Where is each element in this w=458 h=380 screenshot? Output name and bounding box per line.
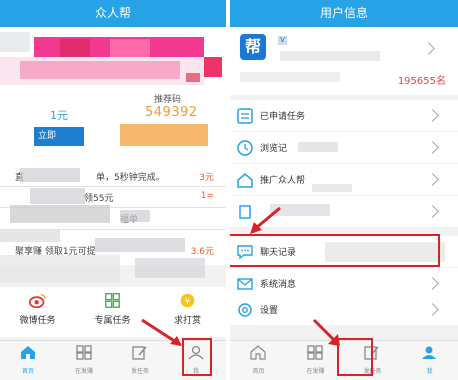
menu-label: 浏览记 bbox=[260, 144, 288, 154]
app-logo: 帮 bbox=[240, 34, 266, 60]
chevron-right-icon bbox=[426, 277, 439, 290]
left-screen: 众人帮 1元 推荐码 549392 立即 直 单，5秒钟完成。 3元 领55元 … bbox=[0, 0, 226, 380]
rank-value: 195655名 bbox=[397, 76, 446, 87]
menu-applied-tasks[interactable]: 已申请任务 bbox=[230, 100, 458, 131]
weibo-icon bbox=[29, 293, 46, 309]
right-screen: 用户信息 帮 V 195655名 已申请任务 浏览记 推广众人帮 聊天记录 系统… bbox=[230, 0, 458, 380]
tab-home[interactable]: 首页 bbox=[230, 341, 287, 380]
feature-shortcuts: 微博任务 专属任务 ¥ 求打赏 bbox=[0, 287, 226, 337]
referral-label: 推荐码 bbox=[154, 95, 182, 105]
chevron-right-icon bbox=[422, 42, 435, 55]
header-title: 用户信息 bbox=[319, 6, 368, 20]
arrow-icon bbox=[141, 318, 182, 346]
tab-label: 首页 bbox=[252, 368, 265, 375]
vip-badge: V bbox=[278, 36, 287, 45]
task-amount: 3.6元 bbox=[190, 247, 214, 257]
tab-label: 在发赚 bbox=[306, 368, 325, 375]
balance-value: 1元 bbox=[50, 109, 68, 122]
tab-me[interactable]: 我 bbox=[401, 341, 458, 380]
chevron-right-icon bbox=[426, 141, 439, 154]
promo-banner[interactable] bbox=[0, 27, 226, 90]
feature-label: 专属任务 bbox=[94, 316, 131, 326]
header-title: 众人帮 bbox=[94, 6, 131, 20]
svg-text:¥: ¥ bbox=[185, 297, 191, 307]
grid-icon bbox=[105, 293, 120, 308]
menu-label: 系统消息 bbox=[260, 280, 297, 290]
tab-label: 我 bbox=[426, 368, 433, 375]
arrow-icon bbox=[312, 318, 340, 346]
tab-label: 首页 bbox=[21, 368, 34, 375]
highlight-box bbox=[230, 234, 440, 267]
invite-button-label: 立即 bbox=[38, 131, 57, 141]
coin-icon: ¥ bbox=[180, 293, 195, 308]
chevron-right-icon bbox=[426, 109, 439, 122]
menu-browse-history[interactable]: 浏览记 bbox=[230, 132, 458, 163]
menu-promote[interactable]: 推广众人帮 bbox=[230, 164, 458, 195]
referral-code: 549392 bbox=[145, 105, 198, 120]
menu-label: 推广众人帮 bbox=[260, 176, 306, 186]
arrow-icon bbox=[250, 206, 281, 234]
menu-label: 设置 bbox=[260, 306, 279, 316]
orange-action-button[interactable] bbox=[120, 124, 208, 146]
weibo-task-button[interactable]: 微博任务 bbox=[0, 287, 75, 337]
task-text: 领55元 bbox=[84, 194, 114, 204]
task-list-icon bbox=[237, 108, 253, 124]
menu-settings[interactable]: 设置 bbox=[230, 294, 458, 325]
feature-label: 微博任务 bbox=[19, 316, 56, 326]
home-icon bbox=[250, 345, 266, 360]
highlight-box bbox=[337, 338, 373, 376]
tab-earn[interactable]: 在发赚 bbox=[56, 341, 112, 380]
mail-icon bbox=[237, 278, 253, 290]
exclusive-task-button[interactable]: 专属任务 bbox=[75, 287, 150, 337]
task-amount: 1= bbox=[200, 191, 214, 201]
user-icon bbox=[422, 346, 436, 359]
home-icon bbox=[21, 346, 35, 359]
home-outline-icon bbox=[237, 173, 253, 188]
menu-label: 已申请任务 bbox=[260, 112, 306, 122]
account-summary: 1元 推荐码 549392 立即 bbox=[0, 90, 226, 172]
chevron-right-icon bbox=[426, 173, 439, 186]
invite-button[interactable]: 立即 bbox=[34, 127, 84, 146]
highlight-box bbox=[182, 338, 212, 376]
tab-label: 发任务 bbox=[130, 368, 149, 375]
chevron-right-icon bbox=[426, 205, 439, 218]
task-amount: 3元 bbox=[199, 173, 214, 183]
chevron-right-icon bbox=[426, 303, 439, 316]
profile-card[interactable]: 帮 V 195655名 bbox=[230, 27, 458, 95]
settings-icon bbox=[238, 303, 252, 317]
clock-icon bbox=[237, 140, 253, 156]
grid-tab-icon bbox=[76, 345, 92, 360]
tab-home[interactable]: 首页 bbox=[0, 341, 56, 380]
app-header: 众人帮 bbox=[0, 0, 226, 27]
app-header: 用户信息 bbox=[230, 0, 458, 27]
tab-label: 在发赚 bbox=[74, 368, 93, 375]
